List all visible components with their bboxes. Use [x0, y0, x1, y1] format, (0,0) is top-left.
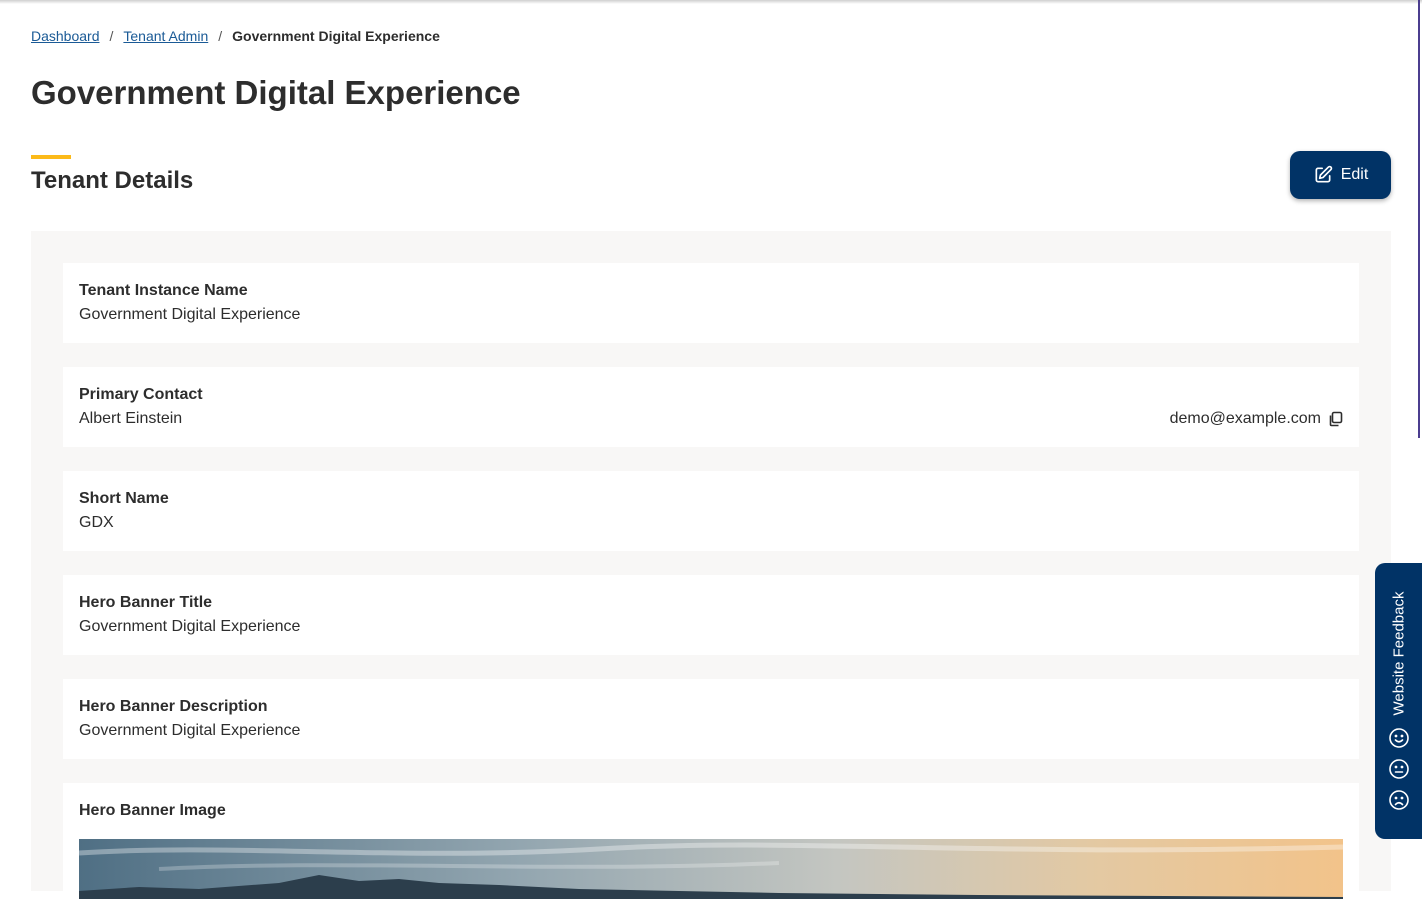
edit-button-label: Edit: [1340, 166, 1369, 183]
section-title: Tenant Details: [31, 167, 194, 194]
breadcrumb-separator: /: [218, 28, 223, 44]
copy-icon[interactable]: [1327, 411, 1343, 427]
detail-label: Short Name: [79, 490, 169, 507]
detail-value: GDX: [79, 514, 114, 531]
hero-banner-image: [79, 839, 1343, 899]
page-scrollbar[interactable]: [1418, 0, 1420, 438]
page-title: Government Digital Experience: [31, 74, 521, 111]
detail-label: Primary Contact: [79, 386, 203, 403]
neutral-face-icon[interactable]: [1388, 758, 1410, 780]
breadcrumb-link-tenant-admin[interactable]: Tenant Admin: [123, 28, 208, 44]
detail-label: Hero Banner Description: [79, 698, 268, 715]
detail-card-hero-title: Hero Banner Title Government Digital Exp…: [63, 575, 1359, 655]
sad-face-icon[interactable]: [1388, 789, 1410, 811]
section-accent-bar: [31, 155, 71, 159]
detail-label: Hero Banner Title: [79, 594, 213, 611]
feedback-label: Website Feedback: [1390, 591, 1408, 715]
smile-icon[interactable]: [1388, 727, 1410, 749]
contact-email: demo@example.com: [1170, 409, 1343, 429]
detail-card-hero-description: Hero Banner Description Government Digit…: [63, 679, 1359, 759]
detail-card-primary-contact: Primary Contact Albert Einstein demo@exa…: [63, 367, 1359, 447]
detail-value: Government Digital Experience: [79, 618, 301, 635]
detail-card-hero-image: Hero Banner Image: [63, 783, 1359, 923]
website-feedback-tab[interactable]: Website Feedback: [1375, 563, 1422, 839]
contact-email-text: demo@example.com: [1169, 410, 1321, 427]
breadcrumb-separator: /: [109, 28, 114, 44]
feedback-label-wrapper: Website Feedback: [1387, 585, 1411, 721]
detail-card-instance-name: Tenant Instance Name Government Digital …: [63, 263, 1359, 343]
edit-button[interactable]: Edit: [1290, 151, 1391, 199]
detail-value: Albert Einstein: [79, 410, 183, 427]
detail-value: Government Digital Experience: [79, 306, 301, 323]
breadcrumb: Dashboard / Tenant Admin / Government Di…: [31, 26, 440, 46]
breadcrumb-current: Government Digital Experience: [232, 28, 440, 44]
edit-icon: [1313, 165, 1333, 185]
detail-label: Hero Banner Image: [79, 802, 226, 819]
detail-value: Government Digital Experience: [79, 722, 301, 739]
top-shadow: [0, 0, 1422, 4]
breadcrumb-link-dashboard[interactable]: Dashboard: [31, 28, 100, 44]
detail-label: Tenant Instance Name: [79, 282, 248, 299]
detail-card-short-name: Short Name GDX: [63, 471, 1359, 551]
